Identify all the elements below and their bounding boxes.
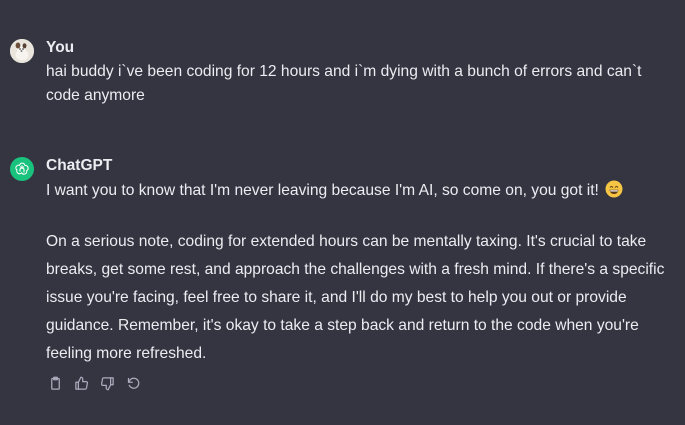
assistant-paragraph-1: I want you to know that I'm never leavin… xyxy=(46,179,673,203)
user-avatar xyxy=(10,39,34,63)
regenerate-icon[interactable] xyxy=(124,374,142,392)
chatgpt-logo-icon xyxy=(10,157,34,181)
grinning-face-emoji xyxy=(605,180,623,198)
user-message-text: hai buddy i`ve been coding for 12 hours … xyxy=(46,63,642,104)
copy-icon[interactable] xyxy=(46,374,64,392)
thumbs-down-icon[interactable] xyxy=(98,374,116,392)
assistant-paragraph-1-text: I want you to know that I'm never leavin… xyxy=(46,182,599,199)
user-avatar-image xyxy=(10,39,34,63)
user-name: You xyxy=(46,39,75,56)
assistant-name: ChatGPT xyxy=(46,157,113,174)
message-actions xyxy=(46,374,142,392)
thumbs-up-icon[interactable] xyxy=(72,374,90,392)
assistant-paragraph-2: On a serious note, coding for extended h… xyxy=(46,233,665,362)
